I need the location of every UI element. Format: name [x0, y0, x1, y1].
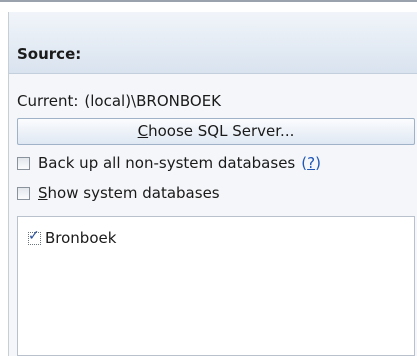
source-panel: Source: Current: (local)\BRONBOEK Choose …	[8, 12, 417, 356]
show-system-mnemonic: S	[38, 184, 48, 202]
show-system-label-rest: how system databases	[47, 184, 220, 202]
section-title: Source:	[17, 45, 82, 63]
source-section-header: Source:	[9, 12, 417, 74]
show-system-label: Show system databases	[38, 184, 220, 202]
top-divider	[0, 0, 417, 2]
database-list[interactable]: ✓ Bronboek	[17, 216, 415, 356]
show-system-checkbox[interactable]	[17, 186, 30, 200]
current-server-row: Current: (local)\BRONBOEK	[17, 92, 221, 110]
checkmark-icon: ✓	[28, 227, 40, 244]
current-server-value: (local)\BRONBOEK	[84, 92, 222, 110]
choose-sql-server-button[interactable]: Choose SQL Server...	[17, 118, 415, 145]
database-name: Bronboek	[45, 229, 117, 247]
choose-button-label: hoose SQL Server...	[148, 122, 295, 140]
backup-all-checkbox[interactable]	[17, 156, 30, 170]
choose-button-mnemonic: C	[137, 122, 149, 140]
help-question-mark: ?	[307, 154, 316, 172]
backup-help-link[interactable]: (?)	[301, 154, 321, 172]
list-item[interactable]: ✓ Bronboek	[28, 229, 116, 247]
backup-all-row[interactable]: Back up all non-system databases (?)	[17, 154, 321, 172]
database-checkbox[interactable]: ✓	[28, 227, 41, 245]
show-system-databases-row[interactable]: Show system databases	[17, 184, 220, 202]
help-close-paren: )	[315, 154, 321, 172]
backup-all-label: Back up all non-system databases	[38, 154, 296, 172]
current-label: Current:	[17, 92, 79, 110]
